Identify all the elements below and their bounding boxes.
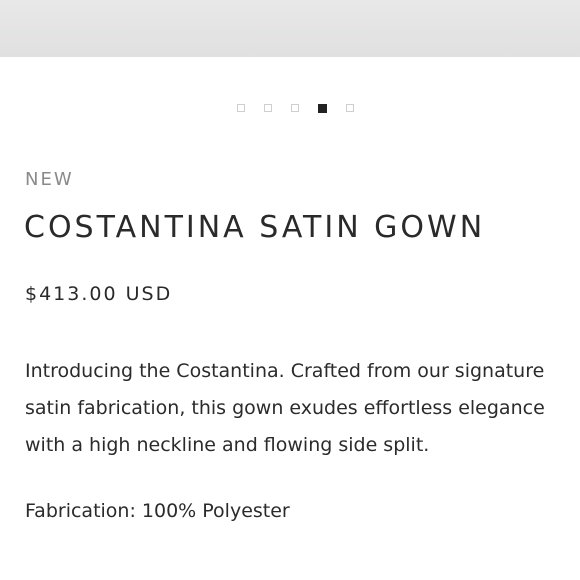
product-price: $413.00 USD [25, 283, 173, 305]
gallery-dot-1[interactable] [236, 104, 245, 112]
gallery-dot-4[interactable] [317, 104, 327, 113]
product-fabrication: Fabrication: 100% Polyester [25, 500, 290, 522]
new-badge: NEW [25, 169, 74, 190]
product-page: NEW COSTANTINA SATIN GOWN $413.00 USD In… [0, 0, 580, 580]
product-title: COSTANTINA SATIN GOWN [24, 210, 486, 245]
gallery-dot-2[interactable] [263, 104, 272, 112]
product-description: Introducing the Costantina. Crafted from… [25, 360, 545, 456]
gallery-dot-5[interactable] [345, 104, 354, 112]
gallery-pagination [0, 104, 580, 113]
product-image[interactable] [0, 0, 580, 57]
gallery-dot-3[interactable] [290, 104, 299, 112]
